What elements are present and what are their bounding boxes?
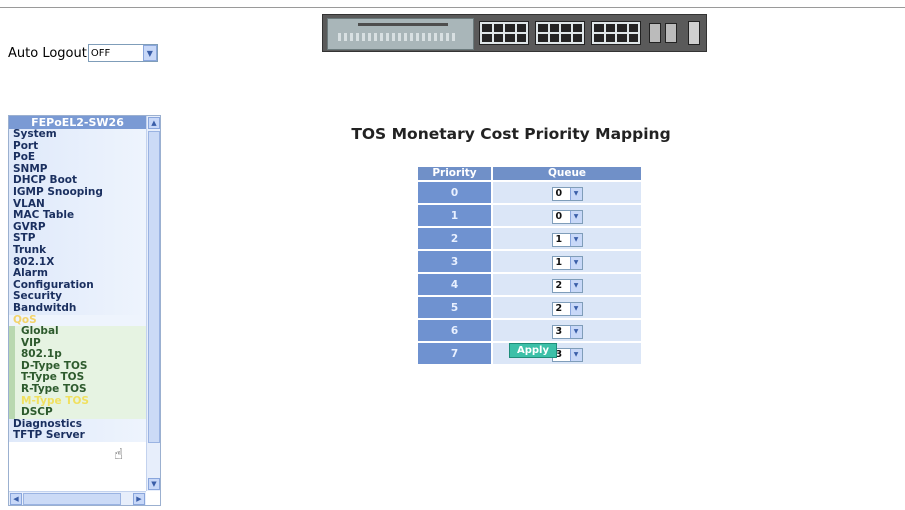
chevron-down-icon[interactable]: ▼ [569, 325, 582, 338]
auto-logout-label: Auto Logout [8, 45, 87, 61]
chevron-down-icon[interactable]: ▼ [569, 210, 582, 223]
queue-select[interactable]: 1 ▼ [551, 255, 583, 270]
auto-logout-select[interactable]: OFF [87, 44, 158, 62]
table-row: 4 2 ▼ [418, 274, 641, 295]
chevron-down-icon[interactable]: ▼ [569, 256, 582, 269]
column-header-queue: Queue [493, 167, 641, 180]
priority-cell: 0 [418, 182, 491, 203]
sfp-port-1 [649, 23, 661, 43]
queue-select[interactable]: 0 ▼ [551, 186, 583, 201]
queue-select-value: 0 [555, 188, 563, 199]
queue-select-value: 3 [555, 326, 563, 337]
scroll-up-icon[interactable]: ▲ [148, 117, 160, 129]
switch-front-panel [327, 18, 474, 50]
table-row: 1 0 ▼ [418, 205, 641, 226]
port-bank-3 [591, 21, 641, 45]
auto-logout: Auto Logout OFF ▼ [8, 44, 158, 62]
queue-cell: 1 ▼ [493, 228, 641, 249]
queue-cell: 3 ▼ [493, 320, 641, 341]
hand-cursor-icon: ☝ [114, 445, 124, 463]
queue-select[interactable]: 1 ▼ [551, 232, 583, 247]
table-row: 5 2 ▼ [418, 297, 641, 318]
chevron-down-icon[interactable]: ▼ [569, 233, 582, 246]
sidebar-item-mac-table[interactable]: MAC Table [9, 210, 146, 222]
queue-select[interactable]: 3 ▼ [551, 324, 583, 339]
sidebar-menu: FEPoEL2-SW26 System Port PoE SNMP DHCP Boot I… [9, 116, 146, 443]
sfp-port-2 [665, 23, 677, 43]
auto-logout-select-wrap[interactable]: OFF ▼ [87, 44, 158, 62]
table-row: 6 3 ▼ [418, 320, 641, 341]
chevron-down-icon[interactable]: ▼ [569, 187, 582, 200]
vertical-scrollbar[interactable]: ▲ ▼ [146, 116, 160, 491]
queue-cell: 1 ▼ [493, 251, 641, 272]
chevron-down-icon[interactable]: ▼ [569, 302, 582, 315]
top-divider [0, 7, 905, 8]
queue-select-value: 2 [555, 280, 563, 291]
queue-select[interactable]: 2 ▼ [551, 278, 583, 293]
apply-button[interactable]: Apply [509, 343, 558, 358]
queue-cell: 0 ▼ [493, 205, 641, 226]
sidebar-item-trunk[interactable]: Trunk [9, 244, 146, 257]
scroll-left-icon[interactable]: ◀ [10, 493, 22, 505]
vertical-scroll-thumb[interactable] [148, 131, 160, 443]
queue-cell: 2 ▼ [493, 274, 641, 295]
table-row: 0 0 ▼ [418, 182, 641, 203]
queue-select[interactable]: 0 ▼ [551, 209, 583, 224]
queue-select-value: 1 [555, 257, 563, 268]
priority-cell: 7 [418, 343, 491, 364]
switch-device-image [322, 14, 707, 52]
table-row: 3 1 ▼ [418, 251, 641, 272]
port-bank-2 [535, 21, 585, 45]
queue-select[interactable]: 2 ▼ [551, 301, 583, 316]
sidebar-item-system[interactable]: System [9, 128, 146, 141]
queue-select-value: 0 [555, 211, 563, 222]
sidebar-item-bandwitdh[interactable]: Bandwitdh [9, 302, 146, 315]
table-row: 2 1 ▼ [418, 228, 641, 249]
sidebar-item-global[interactable]: Global [9, 325, 146, 338]
sidebar-item-igmp-snooping[interactable]: IGMP Snooping [9, 186, 146, 199]
priority-cell: 4 [418, 274, 491, 295]
priority-cell: 5 [418, 297, 491, 318]
sidebar-item-tftp-server[interactable]: TFTP Server [9, 430, 146, 443]
chevron-down-icon[interactable]: ▼ [569, 348, 582, 361]
port-bank-1 [479, 21, 529, 45]
queue-select-value: 2 [555, 303, 563, 314]
sidebar-item-alarm[interactable]: Alarm [9, 268, 146, 280]
priority-cell: 3 [418, 251, 491, 272]
scroll-right-icon[interactable]: ▶ [133, 493, 145, 505]
horizontal-scrollbar[interactable]: ◀ ▶ [9, 491, 146, 505]
console-port [688, 21, 700, 45]
sidebar-item-r-type-tos[interactable]: R-Type TOS [9, 383, 146, 396]
column-header-priority: Priority [418, 167, 491, 180]
priority-mapping-table: Priority Queue 0 0 ▼ 1 0 ▼ 2 1 ▼ 3 1 ▼ 4 2 ▼ 5 2 ▼ 6 3 ▼ 7 3 ▼ [416, 165, 643, 366]
queue-cell: 0 ▼ [493, 182, 641, 203]
sidebar: FEPoEL2-SW26 System Port PoE SNMP DHCP Boot I… [8, 115, 161, 506]
priority-cell: 1 [418, 205, 491, 226]
queue-select-value: 1 [555, 234, 563, 245]
queue-cell: 2 ▼ [493, 297, 641, 318]
horizontal-scroll-thumb[interactable] [23, 493, 121, 505]
priority-cell: 6 [418, 320, 491, 341]
scroll-down-icon[interactable]: ▼ [148, 478, 160, 490]
page-title: TOS Monetary Cost Priority Mapping [351, 125, 671, 143]
priority-cell: 2 [418, 228, 491, 249]
chevron-down-icon[interactable]: ▼ [569, 279, 582, 292]
